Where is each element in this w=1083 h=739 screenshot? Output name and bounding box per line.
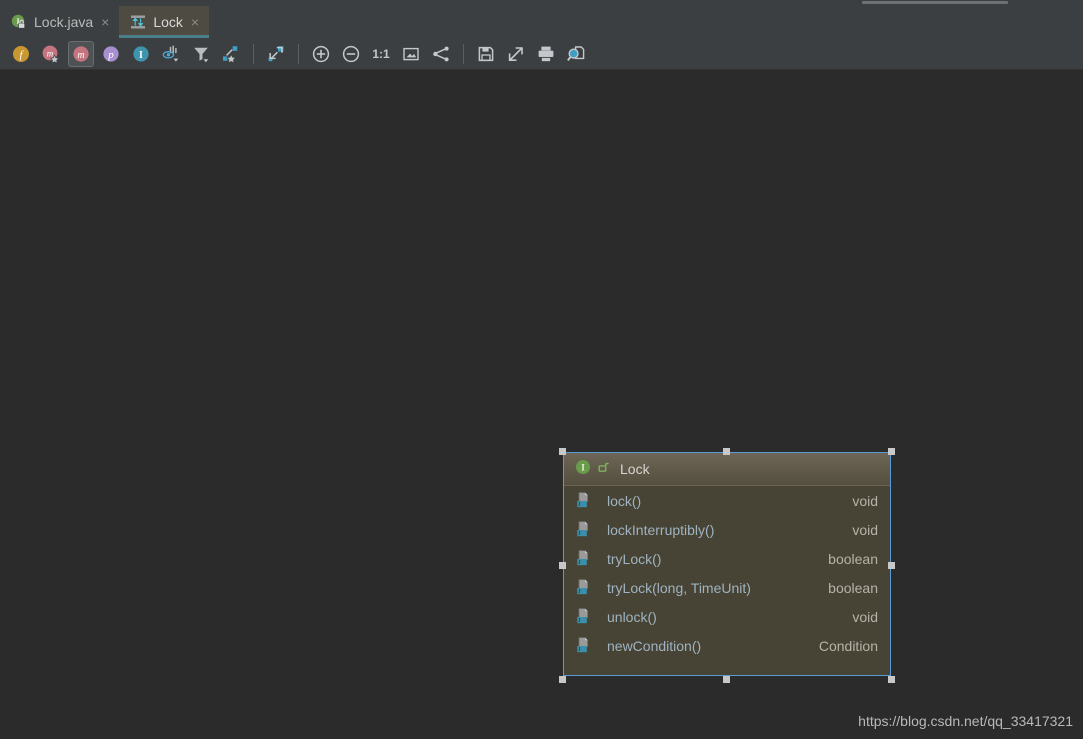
resize-handle-top-right[interactable] (888, 448, 895, 455)
show-properties-icon[interactable]: p (98, 41, 124, 67)
svg-text:p: p (107, 48, 114, 60)
editor-tab-bar: I Lock.java × Lock × (0, 0, 1083, 38)
uml-class-node-lock[interactable]: I Lock J lock() void J lockInterruptibly… (563, 452, 891, 676)
uml-member-name: newCondition() (607, 637, 702, 654)
resize-handle-bottom-center[interactable] (723, 676, 730, 683)
uml-member-row[interactable]: J newCondition() Condition (564, 631, 890, 660)
uml-member-row[interactable]: J unlock() void (564, 602, 890, 631)
uml-member-name: unlock() (607, 608, 657, 625)
filter-icon[interactable] (188, 41, 214, 67)
save-icon[interactable] (473, 41, 499, 67)
resize-handle-top-center[interactable] (723, 448, 730, 455)
svg-text:I: I (581, 462, 585, 472)
unlock-icon (597, 460, 610, 478)
uml-member-row[interactable]: J tryLock(long, TimeUnit) boolean (564, 573, 890, 602)
show-inner-classes-icon[interactable]: I (128, 41, 154, 67)
uml-member-row[interactable]: J tryLock() boolean (564, 544, 890, 573)
svg-text:m: m (47, 48, 54, 58)
tab-lock-java[interactable]: I Lock.java × (0, 6, 120, 38)
resize-handle-middle-right[interactable] (888, 562, 895, 569)
print-preview-icon[interactable] (563, 41, 589, 67)
uml-member-row[interactable]: J lockInterruptibly() void (564, 515, 890, 544)
diagram-canvas[interactable]: I Lock J lock() void J lockInterruptibly… (0, 71, 1083, 739)
interface-icon: I (575, 459, 591, 480)
java-method-icon: J (575, 549, 594, 568)
zoom-in-icon[interactable] (308, 41, 334, 67)
resize-handle-bottom-left[interactable] (559, 676, 566, 683)
java-method-icon: J (575, 636, 594, 655)
toolbar-separator (463, 43, 464, 64)
actual-size-icon[interactable]: 1:1 (368, 41, 394, 67)
uml-member-name: lock() (607, 492, 642, 509)
fit-content-icon[interactable] (398, 41, 424, 67)
zoom-out-icon[interactable] (338, 41, 364, 67)
uml-member-type: void (852, 521, 878, 538)
expand-collapse-icon[interactable] (263, 41, 289, 67)
svg-text:m: m (77, 49, 84, 60)
watermark-text: https://blog.csdn.net/qq_33417321 (858, 713, 1073, 729)
uml-node-title: Lock (620, 461, 650, 477)
print-icon[interactable] (533, 41, 559, 67)
show-methods-icon[interactable]: m (68, 40, 94, 67)
java-method-icon: J (575, 520, 594, 539)
show-constructors-icon[interactable]: m (38, 41, 64, 67)
toolbar-separator (298, 43, 299, 64)
tab-lock-diagram[interactable]: Lock × (119, 6, 210, 38)
resize-handle-top-left[interactable] (559, 448, 566, 455)
uml-member-type: boolean (828, 579, 878, 596)
uml-member-name: lockInterruptibly() (607, 521, 715, 538)
apply-layout-icon[interactable] (428, 41, 454, 67)
svg-text:I: I (139, 49, 143, 60)
tab-close-button[interactable]: × (189, 15, 201, 29)
export-icon[interactable] (503, 41, 529, 67)
uml-member-type: Condition (818, 637, 878, 654)
uml-node-header[interactable]: I Lock (564, 453, 890, 486)
java-method-icon: J (575, 607, 594, 626)
uml-class-node-container[interactable]: I Lock J lock() void J lockInterruptibly… (559, 448, 895, 683)
resize-handle-middle-left[interactable] (559, 562, 566, 569)
show-dependencies-icon[interactable] (218, 41, 244, 67)
uml-member-type: void (852, 492, 878, 509)
diagram-toolbar: f m m p I 1:1 (0, 38, 1083, 70)
java-interface-file-icon: I (10, 13, 28, 31)
java-method-icon: J (575, 491, 594, 510)
tab-label: Lock.java (34, 14, 94, 30)
java-method-icon: J (575, 578, 594, 597)
change-visibility-level-icon[interactable] (158, 41, 184, 67)
window-top-indicator (862, 1, 1008, 4)
uml-member-row[interactable]: J lock() void (564, 486, 890, 515)
tab-label: Lock (153, 14, 183, 30)
toolbar-separator (253, 43, 254, 64)
show-fields-icon[interactable]: f (8, 41, 34, 67)
uml-member-name: tryLock(long, TimeUnit) (607, 579, 751, 596)
actual-size-label: 1:1 (372, 46, 390, 61)
uml-member-type: boolean (828, 550, 878, 567)
tab-close-button[interactable]: × (99, 15, 111, 29)
uml-member-type: void (852, 608, 878, 625)
uml-member-name: tryLock() (607, 550, 662, 567)
resize-handle-bottom-right[interactable] (888, 676, 895, 683)
uml-diagram-icon (129, 13, 147, 31)
